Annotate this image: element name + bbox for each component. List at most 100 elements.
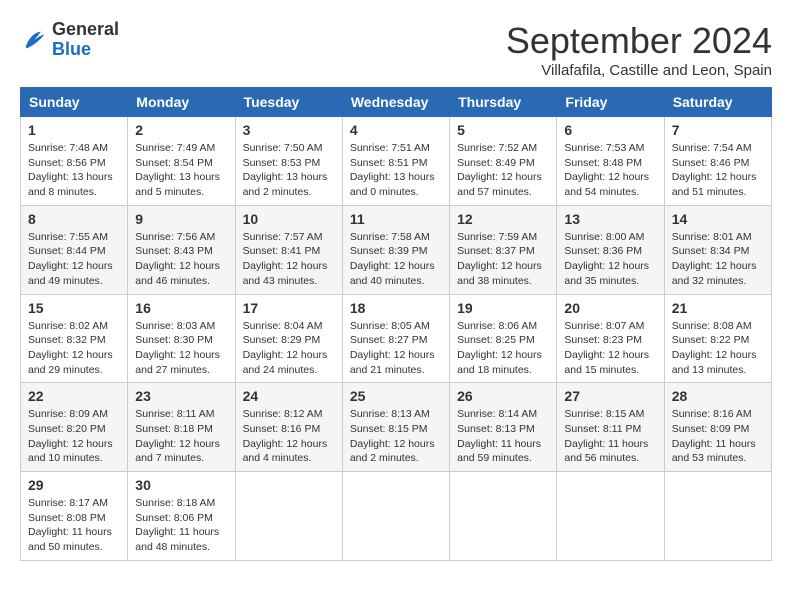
calendar-table: SundayMondayTuesdayWednesdayThursdayFrid… (20, 87, 772, 561)
day-info: Sunrise: 8:11 AM Sunset: 8:18 PM Dayligh… (135, 407, 227, 466)
day-info: Sunrise: 8:15 AM Sunset: 8:11 PM Dayligh… (564, 407, 656, 466)
day-cell: 20 Sunrise: 8:07 AM Sunset: 8:23 PM Dayli… (557, 294, 664, 383)
day-cell: 24 Sunrise: 8:12 AM Sunset: 8:16 PM Dayli… (235, 383, 342, 472)
day-cell: 22 Sunrise: 8:09 AM Sunset: 8:20 PM Dayli… (21, 383, 128, 472)
day-info: Sunrise: 8:09 AM Sunset: 8:20 PM Dayligh… (28, 407, 120, 466)
day-number: 20 (564, 300, 656, 316)
logo-blue: Blue (52, 40, 119, 60)
header-tuesday: Tuesday (235, 88, 342, 117)
day-info: Sunrise: 7:48 AM Sunset: 8:56 PM Dayligh… (28, 141, 120, 200)
day-number: 28 (672, 388, 764, 404)
day-cell: 18 Sunrise: 8:05 AM Sunset: 8:27 PM Dayli… (342, 294, 449, 383)
day-info: Sunrise: 8:01 AM Sunset: 8:34 PM Dayligh… (672, 230, 764, 289)
day-cell: 27 Sunrise: 8:15 AM Sunset: 8:11 PM Dayli… (557, 383, 664, 472)
header-friday: Friday (557, 88, 664, 117)
day-info: Sunrise: 8:06 AM Sunset: 8:25 PM Dayligh… (457, 319, 549, 378)
day-cell: 25 Sunrise: 8:13 AM Sunset: 8:15 PM Dayli… (342, 383, 449, 472)
day-cell: 23 Sunrise: 8:11 AM Sunset: 8:18 PM Dayli… (128, 383, 235, 472)
day-number: 18 (350, 300, 442, 316)
day-cell: 4Sunrise: 7:51 AM Sunset: 8:51 PM Daylig… (342, 117, 449, 206)
day-cell: 29Sunrise: 8:17 AM Sunset: 8:08 PM Dayli… (21, 472, 128, 561)
day-info: Sunrise: 8:16 AM Sunset: 8:09 PM Dayligh… (672, 407, 764, 466)
day-cell: 2Sunrise: 7:49 AM Sunset: 8:54 PM Daylig… (128, 117, 235, 206)
title-section: September 2024 Villafafila, Castille and… (506, 20, 772, 79)
day-cell: 9 Sunrise: 7:56 AM Sunset: 8:43 PM Daylig… (128, 205, 235, 294)
day-info: Sunrise: 8:08 AM Sunset: 8:22 PM Dayligh… (672, 319, 764, 378)
day-number: 9 (135, 211, 227, 227)
day-cell (557, 472, 664, 561)
header-thursday: Thursday (450, 88, 557, 117)
day-cell: 17 Sunrise: 8:04 AM Sunset: 8:29 PM Dayli… (235, 294, 342, 383)
header-wednesday: Wednesday (342, 88, 449, 117)
week-row-5: 29Sunrise: 8:17 AM Sunset: 8:08 PM Dayli… (21, 472, 772, 561)
day-info: Sunrise: 8:12 AM Sunset: 8:16 PM Dayligh… (243, 407, 335, 466)
day-cell: 14 Sunrise: 8:01 AM Sunset: 8:34 PM Dayli… (664, 205, 771, 294)
day-info: Sunrise: 7:57 AM Sunset: 8:41 PM Dayligh… (243, 230, 335, 289)
logo-general: General (52, 20, 119, 40)
day-cell: 28 Sunrise: 8:16 AM Sunset: 8:09 PM Dayli… (664, 383, 771, 472)
day-number: 17 (243, 300, 335, 316)
day-cell (664, 472, 771, 561)
location: Villafafila, Castille and Leon, Spain (506, 62, 772, 79)
day-number: 10 (243, 211, 335, 227)
day-cell: 11Sunrise: 7:58 AM Sunset: 8:39 PM Dayli… (342, 205, 449, 294)
day-cell: 1 Sunrise: 7:48 AM Sunset: 8:56 PM Daylig… (21, 117, 128, 206)
day-number: 13 (564, 211, 656, 227)
day-cell: 15Sunrise: 8:02 AM Sunset: 8:32 PM Dayli… (21, 294, 128, 383)
day-number: 14 (672, 211, 764, 227)
header-saturday: Saturday (664, 88, 771, 117)
day-cell: 13 Sunrise: 8:00 AM Sunset: 8:36 PM Dayli… (557, 205, 664, 294)
day-number: 12 (457, 211, 549, 227)
day-info: Sunrise: 8:02 AM Sunset: 8:32 PM Dayligh… (28, 319, 120, 378)
week-row-4: 22 Sunrise: 8:09 AM Sunset: 8:20 PM Dayli… (21, 383, 772, 472)
page-header: General Blue September 2024 Villafafila,… (20, 20, 772, 79)
day-info: Sunrise: 8:03 AM Sunset: 8:30 PM Dayligh… (135, 319, 227, 378)
day-cell: 21 Sunrise: 8:08 AM Sunset: 8:22 PM Dayli… (664, 294, 771, 383)
day-number: 8 (28, 211, 120, 227)
day-cell: 26Sunrise: 8:14 AM Sunset: 8:13 PM Dayli… (450, 383, 557, 472)
day-info: Sunrise: 8:13 AM Sunset: 8:15 PM Dayligh… (350, 407, 442, 466)
day-info: Sunrise: 7:52 AM Sunset: 8:49 PM Dayligh… (457, 141, 549, 200)
day-number: 21 (672, 300, 764, 316)
day-info: Sunrise: 7:50 AM Sunset: 8:53 PM Dayligh… (243, 141, 335, 200)
day-number: 27 (564, 388, 656, 404)
day-number: 30 (135, 477, 227, 493)
day-cell: 7Sunrise: 7:54 AM Sunset: 8:46 PM Daylig… (664, 117, 771, 206)
header-sunday: Sunday (21, 88, 128, 117)
day-number: 25 (350, 388, 442, 404)
day-info: Sunrise: 7:58 AM Sunset: 8:39 PM Dayligh… (350, 230, 442, 289)
day-cell: 6Sunrise: 7:53 AM Sunset: 8:48 PM Daylig… (557, 117, 664, 206)
logo-text: General Blue (52, 20, 119, 60)
day-cell: 12 Sunrise: 7:59 AM Sunset: 8:37 PM Dayli… (450, 205, 557, 294)
day-info: Sunrise: 8:00 AM Sunset: 8:36 PM Dayligh… (564, 230, 656, 289)
day-cell (450, 472, 557, 561)
day-number: 22 (28, 388, 120, 404)
day-info: Sunrise: 7:56 AM Sunset: 8:43 PM Dayligh… (135, 230, 227, 289)
day-number: 2 (135, 122, 227, 138)
month-title: September 2024 (506, 20, 772, 62)
day-info: Sunrise: 7:53 AM Sunset: 8:48 PM Dayligh… (564, 141, 656, 200)
day-cell: 3Sunrise: 7:50 AM Sunset: 8:53 PM Daylig… (235, 117, 342, 206)
day-info: Sunrise: 7:54 AM Sunset: 8:46 PM Dayligh… (672, 141, 764, 200)
header-row: SundayMondayTuesdayWednesdayThursdayFrid… (21, 88, 772, 117)
day-info: Sunrise: 7:59 AM Sunset: 8:37 PM Dayligh… (457, 230, 549, 289)
day-cell (235, 472, 342, 561)
day-info: Sunrise: 8:14 AM Sunset: 8:13 PM Dayligh… (457, 407, 549, 466)
day-number: 24 (243, 388, 335, 404)
day-cell: 10 Sunrise: 7:57 AM Sunset: 8:41 PM Dayli… (235, 205, 342, 294)
day-number: 23 (135, 388, 227, 404)
day-info: Sunrise: 8:18 AM Sunset: 8:06 PM Dayligh… (135, 496, 227, 555)
day-number: 4 (350, 122, 442, 138)
day-number: 1 (28, 122, 120, 138)
day-info: Sunrise: 8:04 AM Sunset: 8:29 PM Dayligh… (243, 319, 335, 378)
header-monday: Monday (128, 88, 235, 117)
week-row-1: 1 Sunrise: 7:48 AM Sunset: 8:56 PM Daylig… (21, 117, 772, 206)
day-info: Sunrise: 8:07 AM Sunset: 8:23 PM Dayligh… (564, 319, 656, 378)
day-number: 16 (135, 300, 227, 316)
day-info: Sunrise: 8:05 AM Sunset: 8:27 PM Dayligh… (350, 319, 442, 378)
day-cell: 16 Sunrise: 8:03 AM Sunset: 8:30 PM Dayli… (128, 294, 235, 383)
day-number: 19 (457, 300, 549, 316)
day-cell (342, 472, 449, 561)
day-info: Sunrise: 7:55 AM Sunset: 8:44 PM Dayligh… (28, 230, 120, 289)
day-number: 5 (457, 122, 549, 138)
